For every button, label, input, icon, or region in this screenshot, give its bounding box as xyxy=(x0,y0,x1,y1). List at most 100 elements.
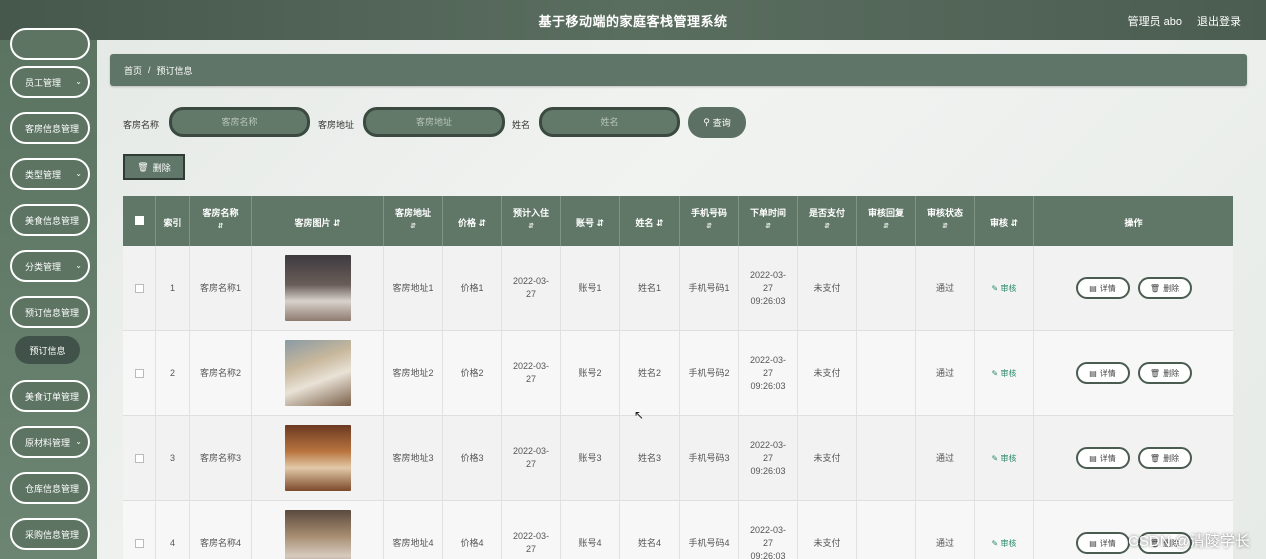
col-label: 手机号码 xyxy=(690,208,727,218)
detail-button[interactable]: ▤ 详情 xyxy=(1075,362,1130,384)
room-photo xyxy=(284,255,351,321)
sort-icon: ⇵ xyxy=(410,223,416,230)
col-reply[interactable]: 审核回复 ⇵ xyxy=(857,196,916,246)
audit-link[interactable]: ✎ 审核 xyxy=(992,367,1017,380)
sidebar-item-food[interactable]: 美食信息管理 xyxy=(10,204,90,236)
cell-room-address: 客房地址3 xyxy=(384,416,443,500)
cell-audit: ✎ 审核 xyxy=(975,416,1034,500)
room-name-input[interactable] xyxy=(169,107,310,137)
sidebar-item-purchasing[interactable]: 采购信息管理 xyxy=(10,518,90,550)
col-order-time[interactable]: 下单时间 ⇵ xyxy=(739,196,798,246)
audit-label: 审核 xyxy=(1000,368,1017,378)
col-name[interactable]: 姓名 ⇵ xyxy=(620,196,680,246)
cell-paid: 未支付 xyxy=(798,331,857,415)
col-checkin[interactable]: 预计入住 ⇵ xyxy=(502,196,561,246)
app-title: 基于移动端的家庭客栈管理系统 xyxy=(538,14,728,29)
document-icon: ▤ xyxy=(1089,283,1097,293)
detail-button[interactable]: ▤ 详情 xyxy=(1075,447,1130,469)
sort-icon: ⇵ xyxy=(765,223,771,230)
table-header: 索引 客房名称 ⇵ 客房图片 ⇵ 客房地址 ⇵ 价格 ⇵ 预计入住 ⇵ 账号 ⇵ 姓名… xyxy=(123,196,1233,246)
sidebar-item-warehouse[interactable]: 仓库信息管理 xyxy=(10,472,90,504)
room-photo xyxy=(284,510,351,559)
chevron-down-icon: ⌄ xyxy=(75,261,82,270)
logout-link[interactable]: 退出登录 xyxy=(1197,13,1241,29)
row-checkbox[interactable] xyxy=(134,453,144,463)
document-icon: ▤ xyxy=(1089,538,1097,548)
audit-link[interactable]: ✎ 审核 xyxy=(992,452,1017,465)
audit-label: 审核 xyxy=(1000,538,1017,548)
sidebar-subitem-booking-info[interactable]: 预订信息 xyxy=(15,336,80,364)
col-status[interactable]: 审核状态 ⇵ xyxy=(916,196,975,246)
row-checkbox[interactable] xyxy=(134,538,144,548)
sidebar-item-label: 分类管理 xyxy=(25,261,62,272)
sidebar-item-staff[interactable]: 员工管理 ⌄ xyxy=(10,66,90,98)
cell-reply xyxy=(857,246,916,330)
cell-order-time: 2022-03-27 09:26:03 xyxy=(739,501,798,559)
table-row: 3 客房名称3 客房地址3 价格3 2022-03-27 账号3 姓名3 手机号… xyxy=(123,416,1233,501)
table-row: 2 客房名称2 客房地址2 价格2 2022-03-27 账号2 姓名2 手机号… xyxy=(123,331,1233,416)
sidebar-item-partial[interactable] xyxy=(10,28,90,60)
col-label: 下单时间 xyxy=(749,208,786,218)
delete-label: 删除 xyxy=(1163,283,1180,293)
cell-price: 价格4 xyxy=(443,501,502,559)
select-all-checkbox[interactable] xyxy=(134,216,144,225)
col-audit[interactable]: 审核 ⇵ xyxy=(975,196,1034,246)
col-room-name[interactable]: 客房名称 ⇵ xyxy=(190,196,252,246)
delete-label: 删除 xyxy=(1163,453,1180,463)
sidebar-item-label: 客房信息管理 xyxy=(25,123,80,134)
sidebar-item-types[interactable]: 类型管理 ⌄ xyxy=(10,158,90,190)
cell-reply xyxy=(857,501,916,559)
room-address-input[interactable] xyxy=(363,107,505,137)
cell-phone: 手机号码1 xyxy=(680,246,739,330)
sidebar-item-materials[interactable]: 原材料管理 ⌄ xyxy=(10,426,90,458)
cell-room-name: 客房名称2 xyxy=(190,331,252,415)
cell-audit: ✎ 审核 xyxy=(975,501,1034,559)
breadcrumb-home[interactable]: 首页 xyxy=(124,64,142,77)
edit-icon: ✎ xyxy=(991,283,999,293)
query-button[interactable]: ⚲ 查询 xyxy=(688,107,746,138)
cell-account: 账号4 xyxy=(561,501,620,559)
cell-status: 通过 xyxy=(916,501,975,559)
col-label: 姓名 xyxy=(635,218,654,228)
col-phone[interactable]: 手机号码 ⇵ xyxy=(680,196,739,246)
document-icon: ▤ xyxy=(1089,453,1097,463)
delete-button[interactable]: 🗑 删除 xyxy=(1137,447,1192,469)
batch-delete-button[interactable]: 🗑 删除 xyxy=(123,154,185,180)
sidebar-item-food-orders[interactable]: 美食订单管理 xyxy=(10,380,90,412)
cell-paid: 未支付 xyxy=(798,246,857,330)
col-label: 客房地址 xyxy=(394,208,431,218)
col-price[interactable]: 价格 ⇵ xyxy=(443,196,502,246)
name-input[interactable] xyxy=(539,107,680,137)
row-select-cell xyxy=(123,416,156,500)
sidebar-item-label: 员工管理 xyxy=(25,77,62,88)
col-room-image[interactable]: 客房图片 ⇵ xyxy=(252,196,384,246)
col-room-address[interactable]: 客房地址 ⇵ xyxy=(384,196,443,246)
detail-button[interactable]: ▤ 详情 xyxy=(1075,277,1130,299)
col-label: 账号 xyxy=(575,218,594,228)
sidebar-item-label: 类型管理 xyxy=(25,169,62,180)
col-label: 预计入住 xyxy=(512,208,549,218)
sidebar-item-label: 预订信息管理 xyxy=(25,307,80,318)
sidebar-item-rooms[interactable]: 客房信息管理 xyxy=(10,112,90,144)
cell-room-address: 客房地址4 xyxy=(384,501,443,559)
sort-icon: ⇵ xyxy=(1010,218,1019,228)
row-checkbox[interactable] xyxy=(134,283,144,293)
cell-status: 通过 xyxy=(916,331,975,415)
col-paid[interactable]: 是否支付 ⇵ xyxy=(798,196,857,246)
audit-link[interactable]: ✎ 审核 xyxy=(992,537,1017,550)
sort-icon: ⇵ xyxy=(883,223,889,230)
detail-button[interactable]: ▤ 详情 xyxy=(1075,532,1130,554)
batch-delete-label: 删除 xyxy=(152,162,171,173)
audit-link[interactable]: ✎ 审核 xyxy=(992,282,1017,295)
col-account[interactable]: 账号 ⇵ xyxy=(561,196,620,246)
delete-button[interactable]: 🗑 删除 xyxy=(1137,362,1192,384)
row-checkbox[interactable] xyxy=(134,368,144,378)
cell-index: 3 xyxy=(156,416,190,500)
sidebar-item-categories[interactable]: 分类管理 ⌄ xyxy=(10,250,90,282)
sidebar-item-bookings[interactable]: 预订信息管理 xyxy=(10,296,90,328)
edit-icon: ✎ xyxy=(991,538,999,548)
delete-label: 删除 xyxy=(1163,368,1180,378)
cell-room-name: 客房名称4 xyxy=(190,501,252,559)
cell-order-time: 2022-03-27 09:26:03 xyxy=(739,331,798,415)
delete-button[interactable]: 🗑 删除 xyxy=(1137,277,1192,299)
